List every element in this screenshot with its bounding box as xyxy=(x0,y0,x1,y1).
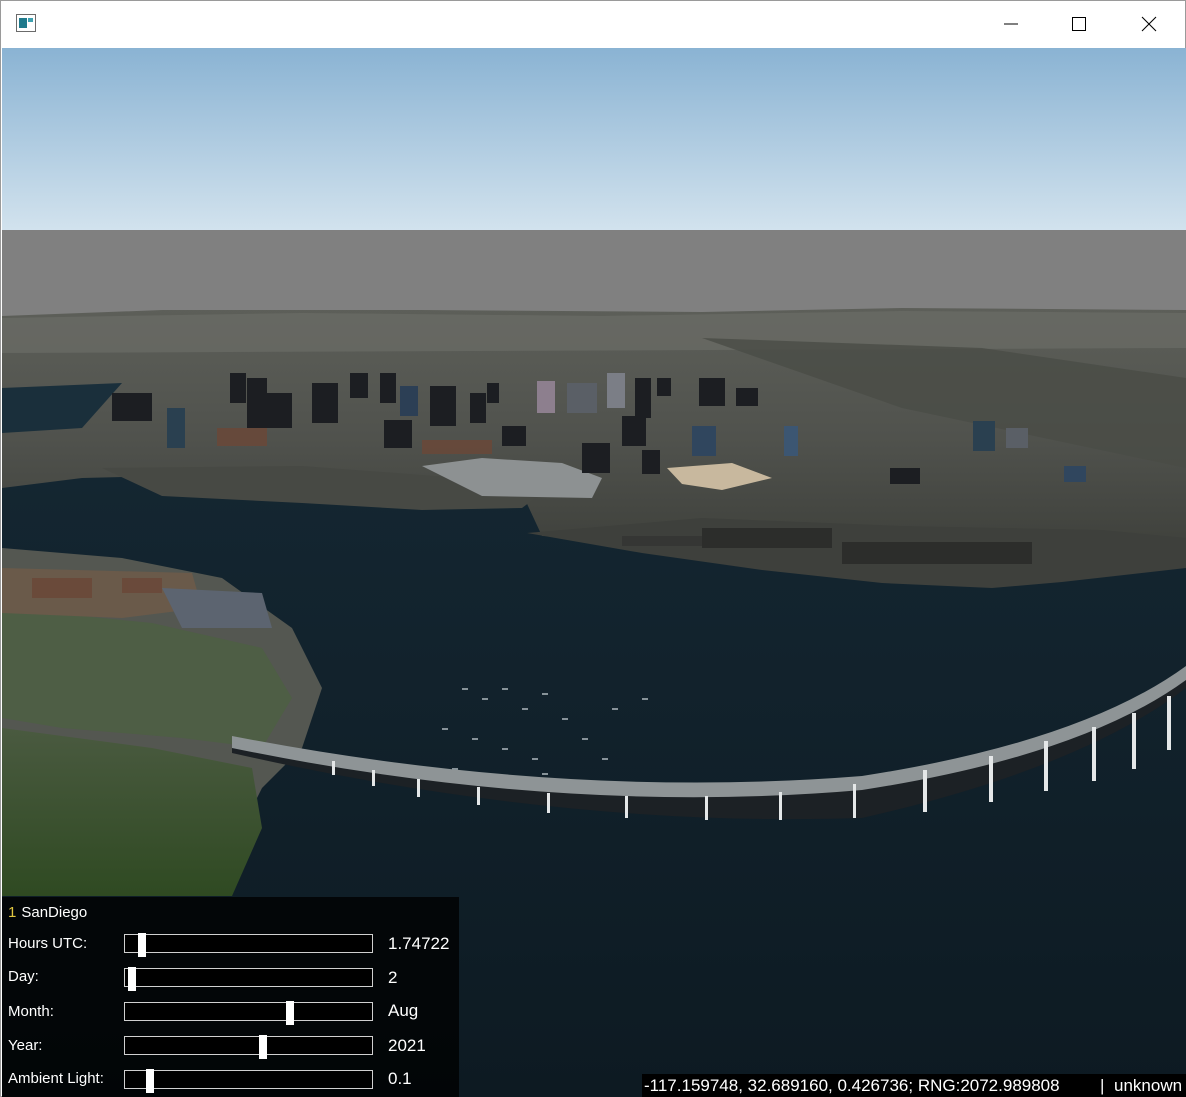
status-note: unknown xyxy=(1114,1076,1183,1095)
minimize-icon xyxy=(1004,23,1018,25)
ambient-light-slider[interactable] xyxy=(124,1069,373,1093)
hours-slider[interactable] xyxy=(124,933,373,957)
panel-name: SanDiego xyxy=(21,904,88,921)
year-slider[interactable] xyxy=(124,1035,373,1059)
status-bar: -117.159748, 32.689160, 0.426736; RNG:20… xyxy=(642,1074,1186,1097)
month-slider-thumb[interactable] xyxy=(286,1001,295,1025)
controls-panel: 1 SanDiego Hours UTC: 1.74722 Day: 2 Mont… xyxy=(2,897,459,1097)
fog-band xyxy=(2,230,1186,320)
panel-index: 1 xyxy=(8,904,17,921)
ambient-light-value: 0.1 xyxy=(388,1069,412,1088)
close-button[interactable] xyxy=(1115,1,1183,47)
day-slider-thumb[interactable] xyxy=(128,967,137,991)
maximize-button[interactable] xyxy=(1045,1,1113,47)
hours-value: 1.74722 xyxy=(388,934,450,953)
month-value: Aug xyxy=(388,1001,419,1020)
close-icon xyxy=(1141,16,1157,32)
ambient-light-slider-thumb[interactable] xyxy=(145,1069,154,1093)
ambient-light-label: Ambient Light: xyxy=(8,1070,104,1087)
year-slider-thumb[interactable] xyxy=(259,1035,268,1059)
title-bar[interactable] xyxy=(1,1,1185,47)
panel-title: 1 SanDiego xyxy=(8,904,87,921)
year-label: Year: xyxy=(8,1037,43,1054)
month-slider[interactable] xyxy=(124,1001,373,1025)
status-separator: | xyxy=(1100,1076,1105,1095)
year-value: 2021 xyxy=(388,1036,426,1055)
minimize-button[interactable] xyxy=(977,1,1045,47)
hours-label: Hours UTC: xyxy=(8,935,88,952)
hours-slider-thumb[interactable] xyxy=(138,933,147,957)
app-icon[interactable] xyxy=(16,14,36,32)
day-value: 2 xyxy=(388,968,398,987)
month-label: Month: xyxy=(8,1003,54,1020)
map-viewport[interactable]: 1 SanDiego Hours UTC: 1.74722 Day: 2 Mont… xyxy=(2,48,1186,1097)
maximize-icon xyxy=(1072,17,1086,31)
app-window: 1 SanDiego Hours UTC: 1.74722 Day: 2 Mont… xyxy=(0,0,1186,1097)
day-label: Day: xyxy=(8,968,39,985)
sky xyxy=(2,48,1186,233)
coordinate-readout: -117.159748, 32.689160, 0.426736; RNG:20… xyxy=(644,1076,1060,1095)
day-slider[interactable] xyxy=(124,967,373,991)
